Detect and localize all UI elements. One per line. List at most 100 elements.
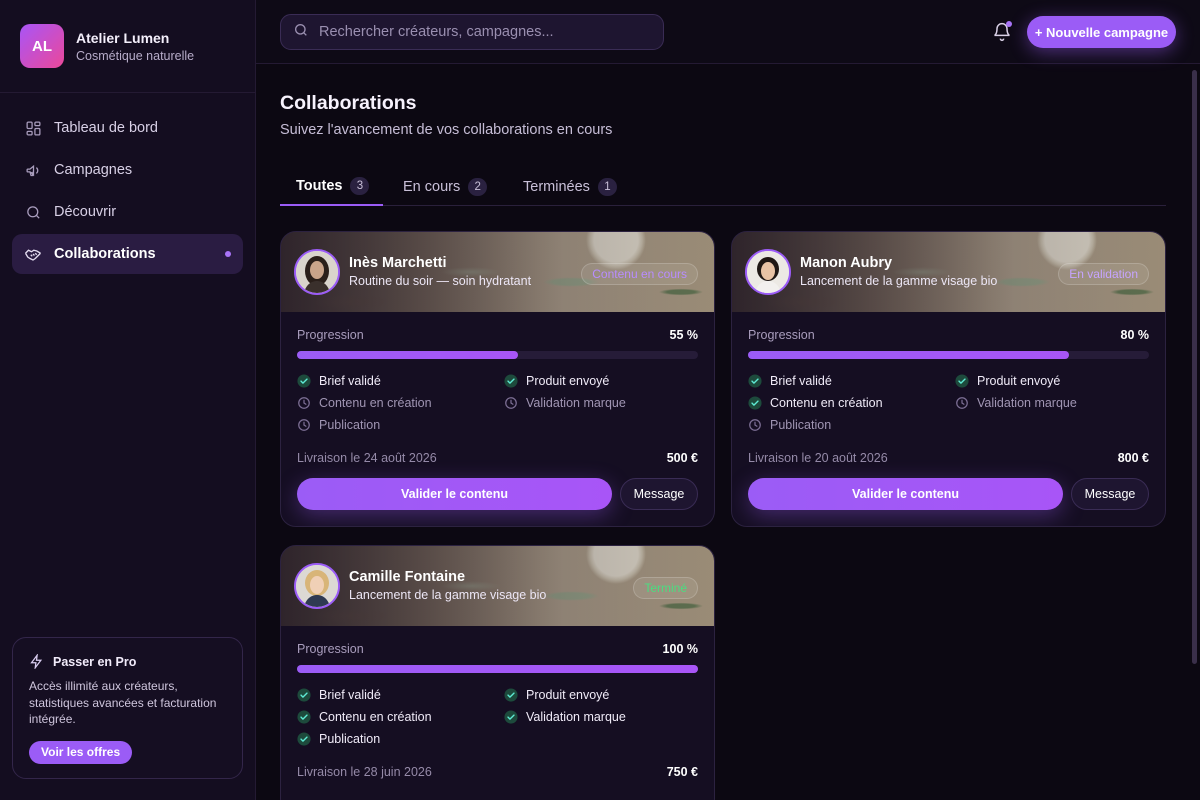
step-label: Validation marque — [526, 710, 626, 724]
message-button[interactable]: Message — [620, 478, 698, 510]
sidebar-item-campaigns[interactable]: Campagnes — [12, 150, 243, 190]
clock-icon — [297, 418, 311, 432]
notifications-button[interactable] — [992, 21, 1012, 42]
scrollbar[interactable] — [1192, 70, 1197, 664]
step-item: Validation marque — [955, 395, 1145, 411]
collaboration-card: Inès Marchetti Routine du soir — soin hy… — [280, 231, 715, 527]
step-label: Brief validé — [319, 688, 381, 702]
tab-all[interactable]: Toutes 3 — [280, 168, 383, 206]
campaign-name: Lancement de la gamme visage bio — [349, 588, 547, 602]
step-item: Validation marque — [504, 709, 694, 725]
steps-list: Brief validé Produit envoyé Contenu en cré… — [297, 687, 698, 747]
promo-text: Accès illimité aux créateurs, statistiqu… — [29, 679, 217, 726]
step-item: Publication — [748, 417, 955, 433]
step-label: Produit envoyé — [526, 374, 610, 388]
message-button[interactable]: Message — [1071, 478, 1149, 510]
progress-fill — [748, 351, 1069, 359]
progress-value: 100 % — [662, 642, 698, 656]
check-circle-icon — [748, 396, 762, 410]
price: 800 € — [1117, 451, 1149, 465]
step-item: Produit envoyé — [955, 373, 1145, 389]
sidebar-item-label: Campagnes — [54, 162, 133, 178]
progress-value: 80 % — [1120, 328, 1150, 342]
step-item: Contenu en création — [297, 709, 504, 725]
tab-label: Terminées — [523, 179, 590, 195]
promo-title: Passer en Pro — [53, 655, 137, 669]
step-label: Validation marque — [977, 396, 1077, 410]
sidebar-item-label: Découvrir — [54, 204, 117, 220]
step-label: Produit envoyé — [977, 374, 1061, 388]
progress-bar — [748, 351, 1149, 359]
search-bar[interactable] — [280, 14, 664, 50]
brand: AL Atelier Lumen Cosmétique naturelle — [0, 0, 255, 93]
delivery-date: Livraison le 24 août 2026 — [297, 451, 437, 465]
step-label: Contenu en création — [319, 710, 432, 724]
collaboration-card: Camille Fontaine Lancement de la gamme v… — [280, 545, 715, 800]
upgrade-promo: Passer en Pro Accès illimité aux créateu… — [12, 637, 243, 779]
new-campaign-button[interactable]: + Nouvelle campagne — [1027, 16, 1176, 48]
check-circle-icon — [297, 688, 311, 702]
sidebar-item-collaborations[interactable]: Collaborations — [12, 234, 243, 274]
steps-list: Brief validé Produit envoyé Contenu en cré… — [297, 373, 698, 433]
step-label: Contenu en création — [319, 396, 432, 410]
step-label: Publication — [319, 732, 381, 746]
main-content: Collaborations Suivez l'avancement de vo… — [280, 64, 1166, 800]
step-item: Contenu en création — [748, 395, 955, 411]
price: 750 € — [666, 765, 698, 779]
creator-name: Manon Aubry — [800, 255, 893, 271]
campaign-name: Routine du soir — soin hydratant — [349, 274, 532, 288]
check-circle-icon — [748, 374, 762, 388]
brand-subtitle: Cosmétique naturelle — [76, 49, 195, 63]
check-circle-icon — [504, 710, 518, 724]
tab-in-progress[interactable]: En cours 2 — [387, 168, 503, 206]
view-offers-button[interactable]: Voir les offres — [29, 740, 133, 764]
sidebar-item-dashboard[interactable]: Tableau de bord — [12, 108, 243, 148]
tab-label: En cours — [403, 179, 461, 195]
step-label: Produit envoyé — [526, 688, 610, 702]
step-label: Brief validé — [319, 374, 381, 388]
step-item: Produit envoyé — [504, 373, 694, 389]
check-circle-icon — [504, 688, 518, 702]
lightning-icon — [29, 652, 45, 671]
active-indicator-dot — [225, 251, 231, 257]
step-label: Validation marque — [526, 396, 626, 410]
step-item: Validation marque — [504, 395, 694, 411]
dashboard-icon — [24, 119, 42, 137]
tab-count: 1 — [597, 178, 617, 196]
delivery-date: Livraison le 20 août 2026 — [748, 451, 888, 465]
card-header: Inès Marchetti Routine du soir — soin hy… — [281, 232, 714, 312]
validate-content-button[interactable]: Valider le contenu — [748, 478, 1063, 510]
search-input[interactable] — [319, 24, 649, 40]
avatar — [294, 249, 340, 295]
step-item: Brief validé — [297, 373, 504, 389]
status-badge: En validation — [1058, 263, 1149, 285]
promo-header: Passer en Pro — [29, 652, 226, 671]
handshake-icon — [24, 245, 42, 263]
brand-logo: AL — [20, 24, 64, 68]
collaboration-card: Manon Aubry Lancement de la gamme visage… — [731, 231, 1166, 527]
status-badge: Terminé — [633, 577, 698, 599]
clock-icon — [504, 396, 518, 410]
check-circle-icon — [504, 374, 518, 388]
step-item: Publication — [297, 417, 504, 433]
step-item: Brief validé — [297, 687, 504, 703]
validate-content-button[interactable]: Valider le contenu — [297, 478, 612, 510]
progress-fill — [297, 351, 518, 359]
step-label: Contenu en création — [770, 396, 883, 410]
step-item: Publication — [297, 731, 504, 747]
tab-count: 2 — [468, 178, 488, 196]
page-title: Collaborations — [280, 92, 417, 114]
sidebar-item-discover[interactable]: Découvrir — [12, 192, 243, 232]
progress-label: Progression — [748, 328, 815, 342]
step-item: Produit envoyé — [504, 687, 694, 703]
step-item: Brief validé — [748, 373, 955, 389]
check-circle-icon — [955, 374, 969, 388]
tab-completed[interactable]: Terminées 1 — [507, 168, 633, 206]
megaphone-icon — [24, 161, 42, 179]
price: 500 € — [666, 451, 698, 465]
status-badge: Contenu en cours — [581, 263, 698, 285]
brand-name: Atelier Lumen — [76, 30, 170, 46]
filter-tabs: Toutes 3 En cours 2 Terminées 1 — [280, 168, 1166, 206]
sidebar: AL Atelier Lumen Cosmétique naturelle Ta… — [0, 0, 256, 800]
clock-icon — [955, 396, 969, 410]
